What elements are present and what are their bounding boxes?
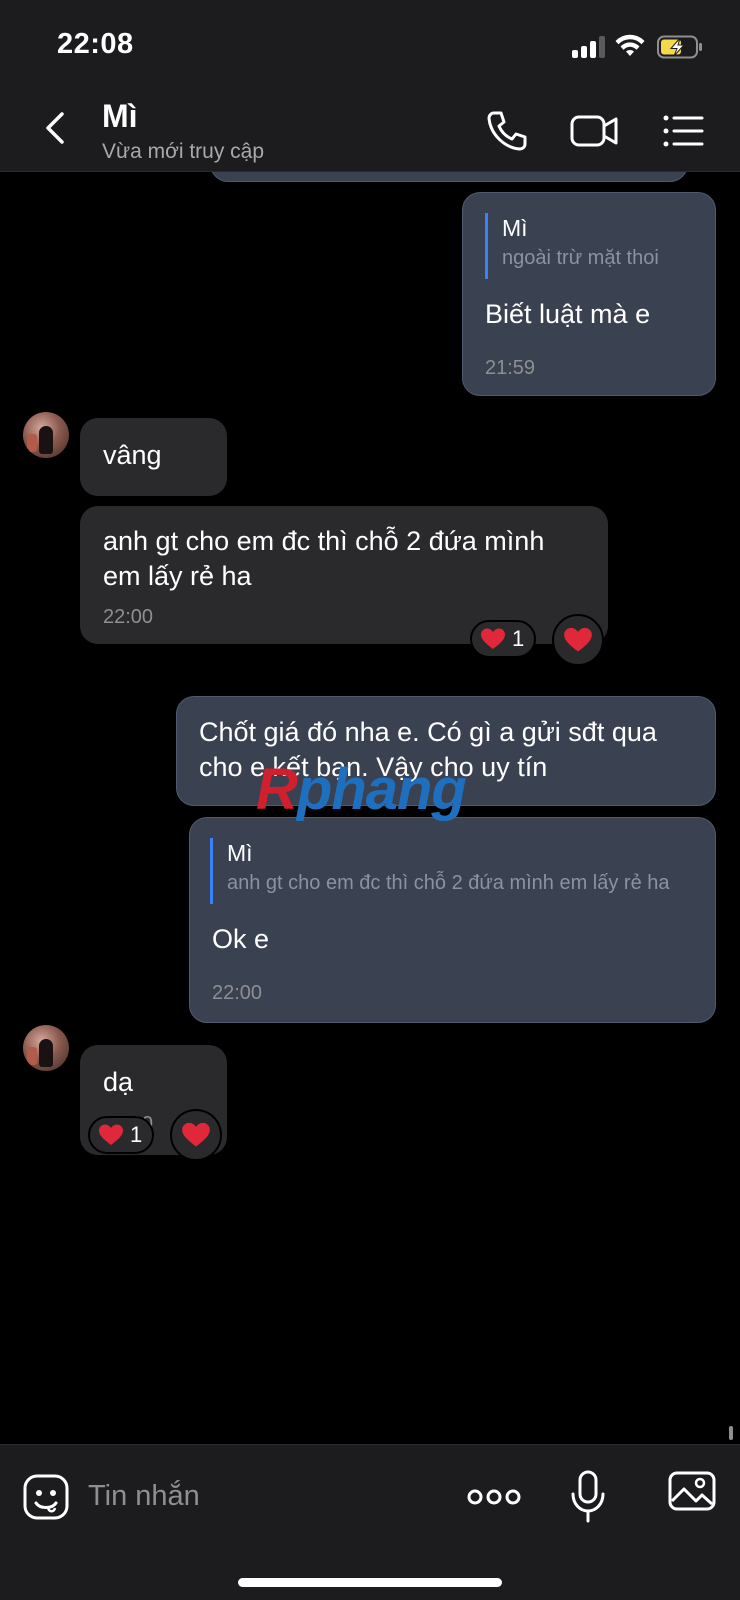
quoted-message[interactable]: Mì anh gt cho em đc thì chỗ 2 đứa mình e… [210, 838, 680, 904]
message-time: 21:59 [485, 357, 536, 379]
react-button[interactable] [170, 1109, 222, 1161]
reaction-count: 1 [130, 1122, 143, 1147]
chat-header: Mì Vừa mới truy cập [0, 90, 740, 172]
microphone-icon[interactable] [568, 1469, 608, 1525]
scrollbar-thumb[interactable] [729, 1426, 733, 1440]
incoming-message-bubble[interactable]: vâng [80, 418, 227, 496]
watermark-initial: R [256, 757, 298, 822]
list-menu-icon[interactable] [662, 108, 704, 154]
contact-avatar[interactable] [23, 412, 69, 458]
wifi-icon [615, 34, 645, 56]
status-time: 22:08 [57, 28, 134, 60]
heart-icon [182, 1122, 210, 1147]
heart-icon [481, 628, 505, 649]
quote-sender-name: Mì [502, 215, 528, 241]
phone-icon[interactable] [484, 108, 530, 154]
react-button[interactable] [552, 614, 604, 666]
heart-icon [564, 627, 592, 652]
quote-snippet: anh gt cho em đc thì chỗ 2 đứa mình em l… [227, 872, 670, 894]
heart-icon [99, 1124, 123, 1145]
battery-charging-icon [657, 35, 702, 59]
outgoing-message-bubble[interactable]: Mì anh gt cho em đc thì chỗ 2 đứa mình e… [189, 817, 716, 1023]
image-icon[interactable] [668, 1469, 716, 1513]
reaction-summary[interactable]: 1 [470, 620, 537, 658]
message-text-line: anh gt cho em đc thì chỗ 2 đứa mình [103, 526, 545, 556]
message-text: Biết luật mà e [485, 299, 651, 329]
quote-sender-name: Mì [227, 840, 253, 866]
more-dots-icon[interactable] [466, 1473, 522, 1521]
contact-name[interactable]: Mì [102, 98, 138, 135]
message-time: 22:00 [212, 982, 263, 1004]
message-text-line: em lấy rẻ ha [103, 561, 252, 591]
outgoing-message-bubble[interactable]: Mì ngoài trừ mặt thoi Biết luật mà e 21:… [462, 192, 716, 396]
cellular-signal-icon [572, 36, 606, 58]
watermark-text: phang [296, 757, 467, 822]
message-input[interactable] [88, 1471, 428, 1521]
video-camera-icon[interactable] [570, 108, 620, 154]
message-composer [0, 1444, 740, 1600]
watermark-logo: Rphang [256, 756, 467, 823]
message-text-line: Chốt giá đó nha e. Có gì a gửi sđt qua [199, 717, 657, 747]
reaction-count: 1 [512, 626, 525, 651]
sticker-icon[interactable] [22, 1473, 70, 1521]
back-chevron-icon[interactable] [38, 108, 74, 148]
status-bar: 22:08 [0, 0, 740, 90]
previous-message-bubble[interactable] [210, 172, 688, 182]
contact-status: Vừa mới truy cập [102, 140, 265, 163]
quote-snippet: ngoài trừ mặt thoi [502, 247, 659, 269]
reaction-summary[interactable]: 1 [88, 1116, 155, 1154]
home-indicator[interactable] [238, 1578, 502, 1587]
quoted-message[interactable]: Mì ngoài trừ mặt thoi [485, 213, 703, 279]
message-text: dạ [103, 1067, 134, 1097]
contact-avatar[interactable] [23, 1025, 69, 1071]
message-text: Ok e [212, 924, 270, 954]
message-time: 22:00 [103, 606, 154, 628]
message-text: vâng [103, 440, 162, 470]
